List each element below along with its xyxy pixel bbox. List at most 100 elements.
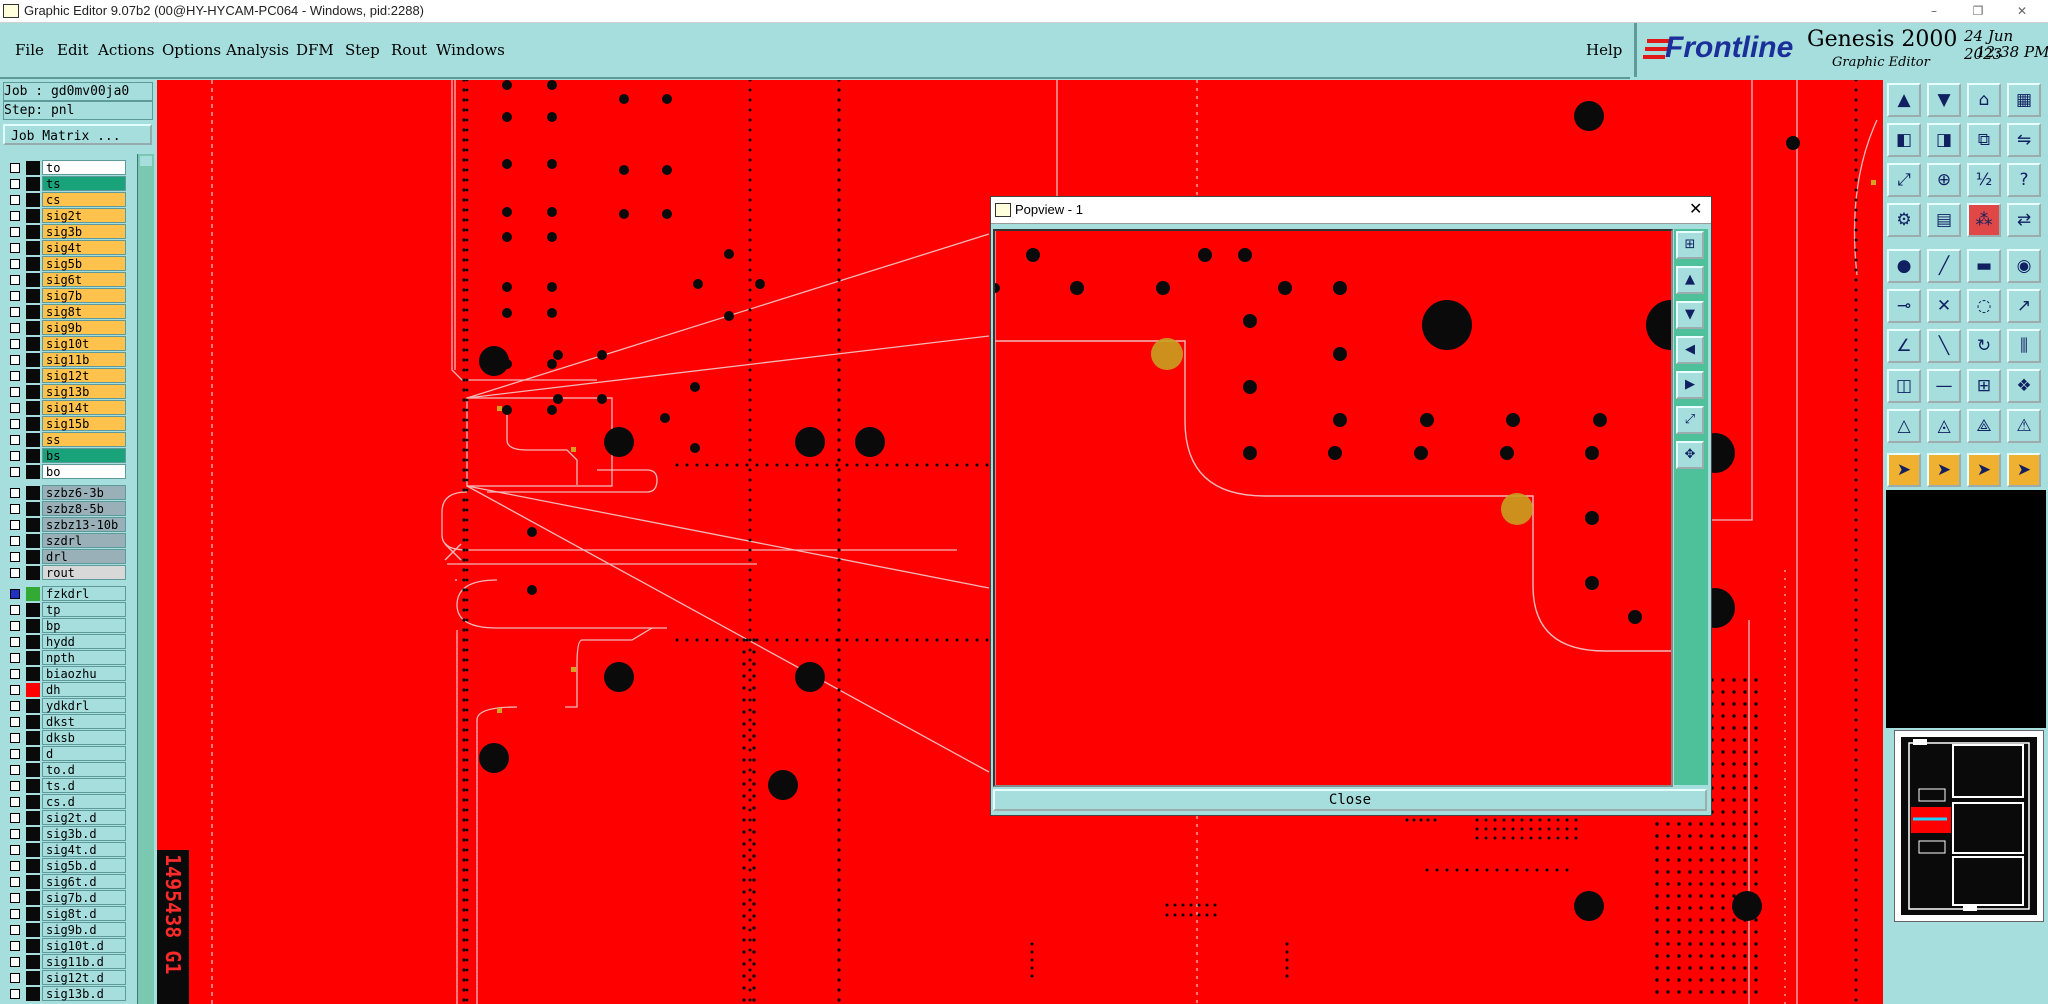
layer-name[interactable]: sig13b.d (42, 986, 126, 1001)
layer-name[interactable]: dkst (42, 714, 126, 729)
layer-color-swatch[interactable] (26, 177, 40, 191)
layer-row-szdrl[interactable]: szdrl (4, 533, 126, 549)
layer-name[interactable]: drl (42, 549, 126, 564)
layer-color-swatch[interactable] (26, 337, 40, 351)
layer-color-swatch[interactable] (26, 193, 40, 207)
layer-color-swatch[interactable] (26, 859, 40, 873)
zoom-center-button[interactable]: ⊕ (1927, 163, 1961, 197)
layer-row-fzkdrl[interactable]: fzkdrl (4, 586, 126, 602)
connect-button[interactable]: ⊸ (1887, 289, 1921, 323)
layer-name[interactable]: cs (42, 192, 126, 207)
popview-title-bar[interactable]: Popview - 1 ✕ (991, 197, 1711, 224)
layer-color-swatch[interactable] (26, 385, 40, 399)
layer-row-sig7b.d[interactable]: sig7b.d (4, 890, 126, 906)
netlist-button[interactable]: ⁂ (1967, 203, 2001, 237)
triangle-b-button[interactable]: ◬ (1927, 409, 1961, 443)
layer-checkbox[interactable] (10, 552, 20, 562)
layer-row-to.d[interactable]: to.d (4, 762, 126, 778)
save-button[interactable]: ▼ (1927, 83, 1961, 117)
close-window-button[interactable]: ✕ (2000, 2, 2044, 20)
layer-name[interactable]: sig9b (42, 320, 126, 335)
layer-name[interactable]: bp (42, 618, 126, 633)
layer-color-swatch[interactable] (26, 161, 40, 175)
layer-name[interactable]: szbz13-10b (42, 517, 126, 532)
rotate-button[interactable]: ↻ (1967, 329, 2001, 363)
layer-name[interactable]: ts.d (42, 778, 126, 793)
layer-row-tp[interactable]: tp (4, 602, 126, 618)
pv-fit-button[interactable]: ⊞ (1676, 231, 1704, 259)
layer-row-bo[interactable]: bo (4, 464, 126, 480)
cross-button[interactable]: ✕ (1927, 289, 1961, 323)
flip-button[interactable]: ⇋ (2007, 123, 2041, 157)
layer-row-dkst[interactable]: dkst (4, 714, 126, 730)
layer-name[interactable]: szdrl (42, 533, 126, 548)
layer-color-swatch[interactable] (26, 289, 40, 303)
layer-name[interactable]: sig7b.d (42, 890, 126, 905)
layer-name[interactable]: to (42, 160, 126, 175)
pv-zoom-button[interactable]: ⤢ (1676, 406, 1704, 434)
layer-color-swatch[interactable] (26, 715, 40, 729)
panel-overview-map[interactable] (1894, 730, 2044, 922)
layer-checkbox[interactable] (10, 797, 20, 807)
open-job-button[interactable]: ▲ (1887, 83, 1921, 117)
layer-row-ss[interactable]: ss (4, 432, 126, 448)
layer-color-swatch[interactable] (26, 667, 40, 681)
layer-checkbox[interactable] (10, 621, 20, 631)
layer-row-sig12t[interactable]: sig12t (4, 368, 126, 384)
layer-color-swatch[interactable] (26, 939, 40, 953)
layer-row-sig10t[interactable]: sig10t (4, 336, 126, 352)
layer-name[interactable]: sig13b (42, 384, 126, 399)
compare-button[interactable]: ⇄ (2007, 203, 2041, 237)
import-button[interactable]: ◧ (1887, 123, 1921, 157)
layer-row-sig9b.d[interactable]: sig9b.d (4, 922, 126, 938)
pv-center-button[interactable]: ✥ (1676, 441, 1704, 469)
layer-row-bp[interactable]: bp (4, 618, 126, 634)
layer-checkbox[interactable] (10, 259, 20, 269)
layer-color-swatch[interactable] (26, 502, 40, 516)
popview-close-button[interactable]: Close (993, 789, 1707, 811)
layer-row-sig3b.d[interactable]: sig3b.d (4, 826, 126, 842)
layer-color-swatch[interactable] (26, 811, 40, 825)
menu-options[interactable]: Options (162, 41, 221, 59)
layer-color-swatch[interactable] (26, 907, 40, 921)
layer-name[interactable]: ss (42, 432, 126, 447)
layer-checkbox[interactable] (10, 877, 20, 887)
layer-name[interactable]: sig8t (42, 304, 126, 319)
pv-left-button[interactable]: ◀ (1676, 336, 1704, 364)
restore-button[interactable]: ❐ (1956, 2, 2000, 20)
pv-up-button[interactable]: ▲ (1676, 266, 1704, 294)
popview-close-icon[interactable]: ✕ (1689, 199, 1702, 218)
layer-name[interactable]: ydkdrl (42, 698, 126, 713)
layer-row-ts.d[interactable]: ts.d (4, 778, 126, 794)
layer-checkbox[interactable] (10, 243, 20, 253)
layer-checkbox[interactable] (10, 637, 20, 647)
layer-color-swatch[interactable] (26, 534, 40, 548)
minus-button[interactable]: — (1927, 369, 1961, 403)
layer-row-drl[interactable]: drl (4, 549, 126, 565)
layer-color-swatch[interactable] (26, 827, 40, 841)
layer-color-swatch[interactable] (26, 731, 40, 745)
layer-row-sig6t.d[interactable]: sig6t.d (4, 874, 126, 890)
layer-row-sig2t.d[interactable]: sig2t.d (4, 810, 126, 826)
layer-color-swatch[interactable] (26, 795, 40, 809)
layer-color-swatch[interactable] (26, 651, 40, 665)
drill-button[interactable]: ● (1887, 249, 1921, 283)
layer-name[interactable]: tp (42, 602, 126, 617)
menu-help[interactable]: Help (1586, 41, 1622, 59)
layer-checkbox[interactable] (10, 195, 20, 205)
layer-checkbox[interactable] (10, 275, 20, 285)
layer-row-hydd[interactable]: hydd (4, 634, 126, 650)
layer-checkbox[interactable] (10, 989, 20, 999)
layer-checkbox[interactable] (10, 536, 20, 546)
layer-name[interactable]: fzkdrl (42, 586, 126, 601)
layer-row-sig9b[interactable]: sig9b (4, 320, 126, 336)
layer-color-swatch[interactable] (26, 566, 40, 580)
layer-checkbox[interactable] (10, 403, 20, 413)
layer-checkbox[interactable] (10, 227, 20, 237)
layer-checkbox[interactable] (10, 504, 20, 514)
layer-color-swatch[interactable] (26, 779, 40, 793)
layer-row-bs[interactable]: bs (4, 448, 126, 464)
layer-color-swatch[interactable] (26, 587, 40, 601)
layer-row-sig15b[interactable]: sig15b (4, 416, 126, 432)
home-button[interactable]: ⌂ (1967, 83, 2001, 117)
